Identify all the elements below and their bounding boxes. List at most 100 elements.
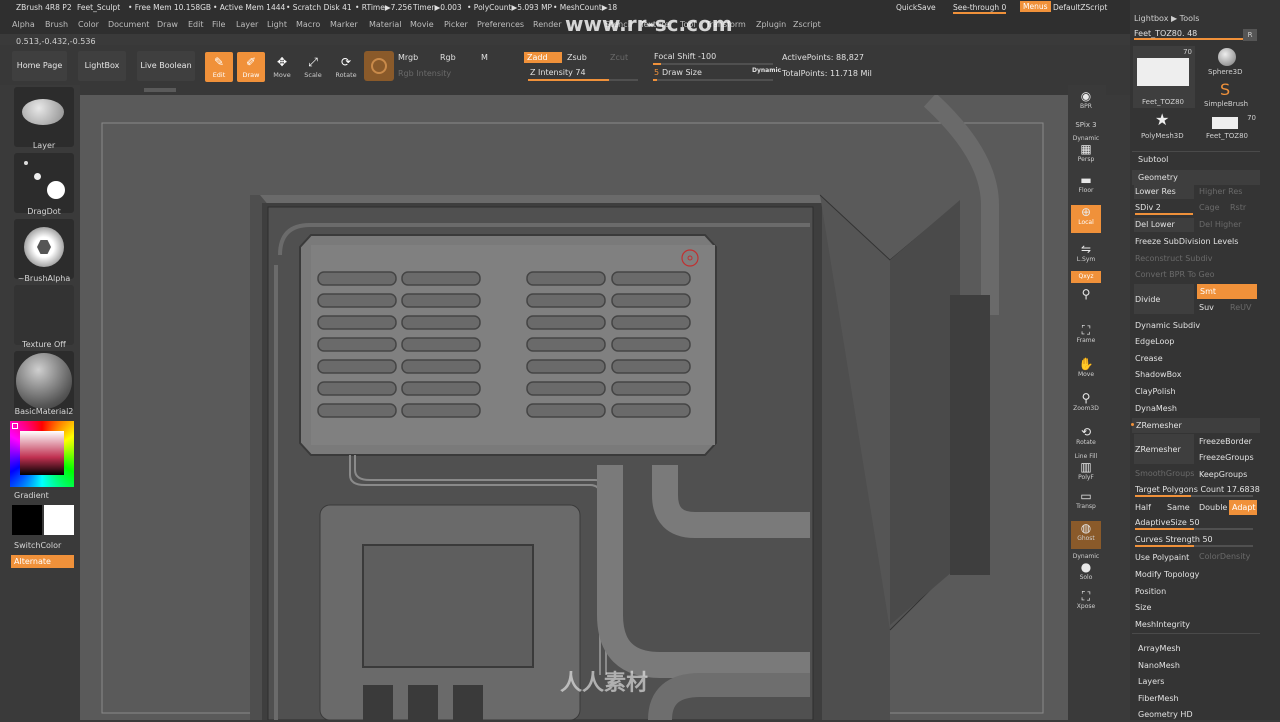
use-polypaint-toggle[interactable]: Use Polypaint xyxy=(1135,550,1189,565)
menu-light[interactable]: Light xyxy=(267,20,287,29)
menus-button[interactable]: Menus xyxy=(1020,1,1051,12)
reconstruct-subdiv-button[interactable]: Reconstruct Subdiv xyxy=(1135,251,1213,266)
material-swatch-icon[interactable] xyxy=(364,51,394,81)
transp-button[interactable]: ▭ Transp xyxy=(1071,489,1101,517)
menu-preferences[interactable]: Preferences xyxy=(477,20,524,29)
xyz-button[interactable]: Qxyz xyxy=(1071,271,1101,283)
tool-thumb-feet[interactable]: 70 Feet_TOZ80 xyxy=(1133,46,1195,108)
frame-button[interactable]: ⛶ Frame xyxy=(1071,323,1101,351)
claypolish-section[interactable]: ClayPolish xyxy=(1135,384,1176,399)
mrgb-toggle[interactable]: Mrgb xyxy=(398,53,418,62)
polyf-button[interactable]: Line Fill ▥ PolyF xyxy=(1071,453,1101,481)
freeze-border-toggle[interactable]: FreezeBorder xyxy=(1199,434,1252,449)
focal-shift-slider[interactable]: Focal Shift -100 xyxy=(654,52,716,61)
zsub-toggle[interactable]: Zsub xyxy=(567,53,587,62)
tool-thumb-simplebrush[interactable]: S SimpleBrush xyxy=(1198,80,1258,110)
menu-document[interactable]: Document xyxy=(108,20,149,29)
menu-zscript[interactable]: Zscript xyxy=(793,20,821,29)
tool-thumb-sphere3d[interactable]: Sphere3D xyxy=(1198,46,1258,82)
secondary-color-swatch[interactable] xyxy=(12,505,42,535)
menu-layer[interactable]: Layer xyxy=(236,20,258,29)
menu-zplugin[interactable]: Zplugin xyxy=(756,20,786,29)
layers-section[interactable]: Layers xyxy=(1138,674,1164,689)
cage-button[interactable]: Cage xyxy=(1199,200,1220,215)
quicksave-button[interactable]: QuickSave xyxy=(896,3,936,12)
same-toggle[interactable]: Same xyxy=(1167,500,1190,515)
color-picker[interactable] xyxy=(10,421,74,487)
edgeloop-section[interactable]: EdgeLoop xyxy=(1135,334,1174,349)
draw-button[interactable]: ✐ Draw xyxy=(237,52,265,82)
subtool-header[interactable]: Subtool xyxy=(1138,152,1168,167)
keep-groups-toggle[interactable]: KeepGroups xyxy=(1199,467,1247,482)
r-button[interactable]: R xyxy=(1243,29,1257,41)
arraymesh-section[interactable]: ArrayMesh xyxy=(1138,641,1181,656)
divide-button[interactable]: Divide xyxy=(1135,292,1160,307)
menu-brush[interactable]: Brush xyxy=(45,20,68,29)
see-through-slider[interactable]: See-through 0 xyxy=(953,3,1007,14)
xpose-button[interactable]: ⛶ Xpose xyxy=(1071,589,1101,617)
nanomesh-section[interactable]: NanoMesh xyxy=(1138,658,1180,673)
menu-macro[interactable]: Macro xyxy=(296,20,320,29)
smooth-groups-slider[interactable]: SmoothGroups xyxy=(1135,466,1194,481)
shelf-scrollbar[interactable] xyxy=(144,88,176,92)
position-section[interactable]: Position xyxy=(1135,584,1166,599)
persp-button[interactable]: Dynamic ▦ Persp xyxy=(1071,135,1101,163)
local-button[interactable]: ⊕ Local xyxy=(1071,205,1101,233)
menu-movie[interactable]: Movie xyxy=(410,20,434,29)
dynamic-toggle[interactable]: Dynamic xyxy=(752,67,781,74)
color-square[interactable] xyxy=(20,431,64,475)
freeze-subdiv-button[interactable]: Freeze SubDivision Levels xyxy=(1135,234,1238,249)
lightbox-button[interactable]: LightBox xyxy=(78,51,126,81)
zremesher-header[interactable]: ZRemesher xyxy=(1136,418,1182,433)
dynamic-subdiv-section[interactable]: Dynamic Subdiv xyxy=(1135,318,1200,333)
del-higher-button[interactable]: Del Higher xyxy=(1199,217,1241,232)
viewport-canvas[interactable]: 人人素材 xyxy=(80,95,1068,720)
texture-thumb[interactable] xyxy=(14,285,74,345)
tool-name-slider[interactable]: Feet_TOZ80. 48 xyxy=(1134,29,1244,40)
menu-alpha[interactable]: Alpha xyxy=(12,20,35,29)
tool-thumb-feet-2[interactable]: 70 Feet_TOZ80 xyxy=(1198,112,1260,144)
rgb-toggle[interactable]: Rgb xyxy=(440,53,456,62)
rotate-button[interactable]: ⟳ Rotate xyxy=(332,52,360,82)
menu-marker[interactable]: Marker xyxy=(330,20,358,29)
menu-material[interactable]: Material xyxy=(369,20,402,29)
home-page-button[interactable]: Home Page xyxy=(12,51,67,81)
dynamesh-section[interactable]: DynaMesh xyxy=(1135,401,1177,416)
ghost-button[interactable]: ◍ Ghost xyxy=(1071,521,1101,549)
zoom3d-button[interactable]: ⚲ Zoom3D xyxy=(1071,391,1101,419)
alternate-toggle[interactable]: Alternate xyxy=(11,555,74,568)
menu-edit[interactable]: Edit xyxy=(188,20,204,29)
lightbox-tools-link[interactable]: Lightbox ▶ Tools xyxy=(1134,14,1199,23)
edit-button[interactable]: ✎ Edit xyxy=(205,52,233,82)
menu-file[interactable]: File xyxy=(212,20,225,29)
higher-res-button[interactable]: Higher Res xyxy=(1199,184,1242,199)
rgb-intensity-slider[interactable]: Rgb Intensity xyxy=(398,69,451,78)
smt-toggle[interactable]: Smt xyxy=(1197,284,1257,299)
m-toggle[interactable]: M xyxy=(481,53,488,62)
rotate-view-button[interactable]: ⟲ Rotate xyxy=(1071,425,1101,453)
reuv-button[interactable]: ReUV xyxy=(1230,300,1251,315)
convert-bpr-button[interactable]: Convert BPR To Geo xyxy=(1135,267,1215,282)
adapt-toggle[interactable]: Adapt xyxy=(1229,500,1257,515)
fibermesh-section[interactable]: FiberMesh xyxy=(1138,691,1179,706)
lsym-button[interactable]: ⇋ L.Sym xyxy=(1071,242,1101,270)
menu-draw[interactable]: Draw xyxy=(157,20,178,29)
menu-color[interactable]: Color xyxy=(78,20,99,29)
crease-section[interactable]: Crease xyxy=(1135,351,1163,366)
scale-button[interactable]: ⤢ Scale xyxy=(299,52,327,82)
z-intensity-slider[interactable]: Z Intensity 74 xyxy=(530,68,586,77)
alpha-thumb[interactable] xyxy=(14,219,74,279)
draw-size-slider[interactable]: Draw Size xyxy=(662,68,702,77)
menu-picker[interactable]: Picker xyxy=(444,20,468,29)
del-lower-button[interactable]: Del Lower xyxy=(1135,217,1175,232)
suv-toggle[interactable]: Suv xyxy=(1199,300,1214,315)
live-boolean-button[interactable]: Live Boolean xyxy=(137,51,195,81)
modify-topology-section[interactable]: Modify Topology xyxy=(1135,567,1199,582)
primary-color-swatch[interactable] xyxy=(44,505,74,535)
brush-layer-thumb[interactable] xyxy=(14,87,74,147)
move-button[interactable]: ✥ Move xyxy=(268,52,296,82)
tool-thumb-polymesh3d[interactable]: ★ PolyMesh3D xyxy=(1133,110,1195,144)
rotation-axis-icons[interactable]: ⚲ xyxy=(1071,287,1101,315)
move-view-button[interactable]: ✋ Move xyxy=(1071,357,1101,385)
menu-render[interactable]: Render xyxy=(533,20,561,29)
